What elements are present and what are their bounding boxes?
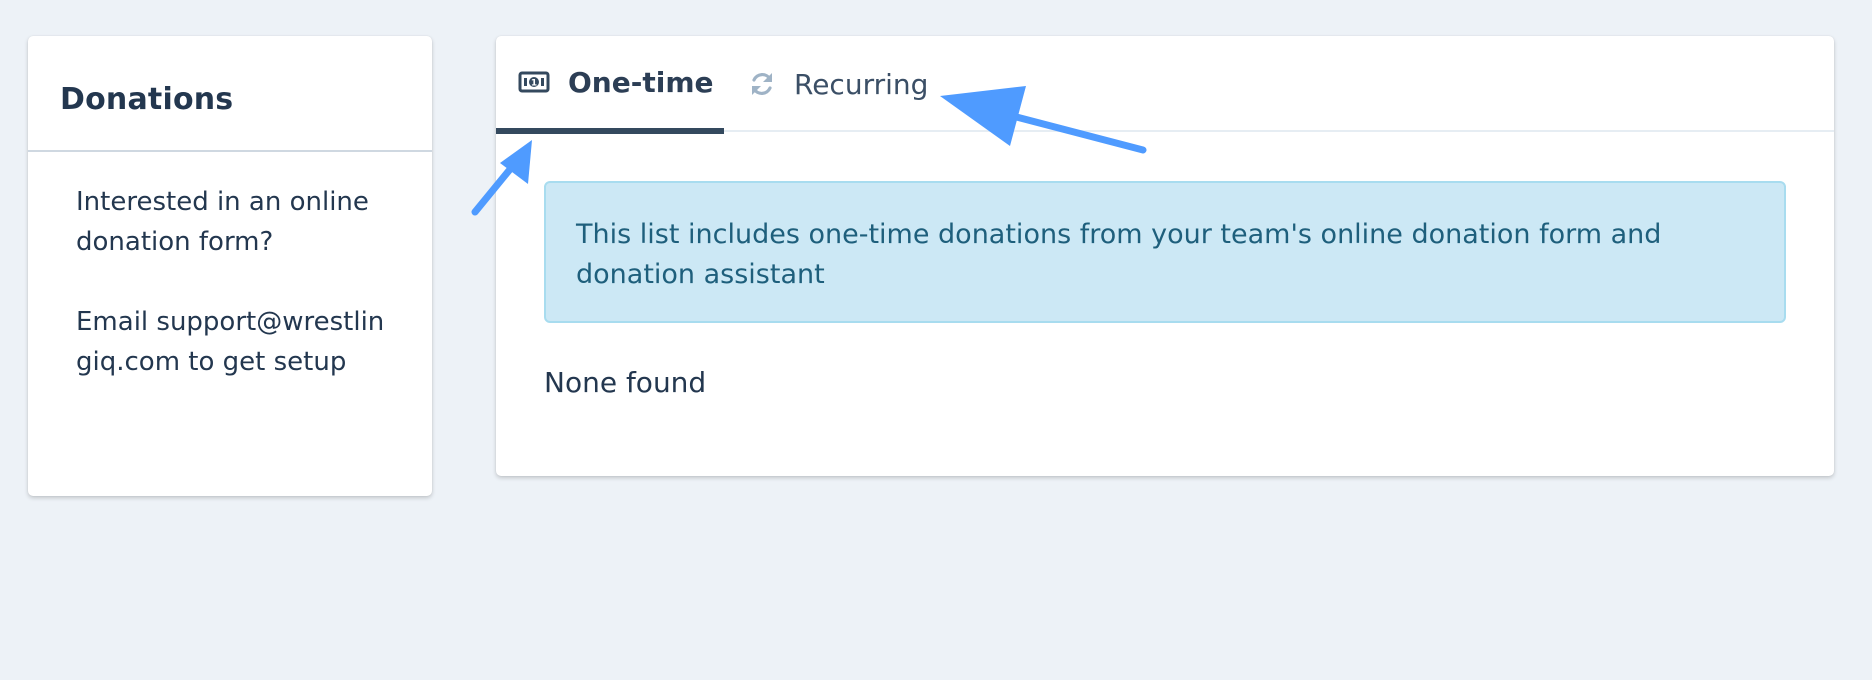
empty-state-text: None found	[544, 366, 707, 399]
tab-recurring-label: Recurring	[794, 67, 929, 101]
tab-recurring[interactable]: Recurring	[748, 36, 928, 132]
info-alert: This list includes one-time donations fr…	[544, 181, 1786, 323]
donations-card-body: Interested in an online donation form? E…	[28, 152, 432, 382]
donations-title: Donations	[60, 82, 234, 117]
tab-one-time[interactable]: 1 One-time	[496, 36, 724, 134]
money-bill-icon: 1	[518, 70, 550, 94]
donations-card-header: Donations	[28, 36, 432, 152]
donation-type-tabs: 1 One-time Recurring	[496, 36, 1834, 134]
svg-text:1: 1	[531, 79, 537, 89]
online-form-question: Interested in an online donation form?	[76, 187, 369, 257]
support-email-text: Email support@wrestlingiq.com to get set…	[76, 307, 385, 377]
sync-icon	[748, 70, 776, 98]
tab-one-time-label: One-time	[568, 65, 714, 99]
donations-list-card: 1 One-time Recurring This list includes …	[496, 36, 1834, 476]
donations-card: Donations Interested in an online donati…	[28, 36, 432, 496]
